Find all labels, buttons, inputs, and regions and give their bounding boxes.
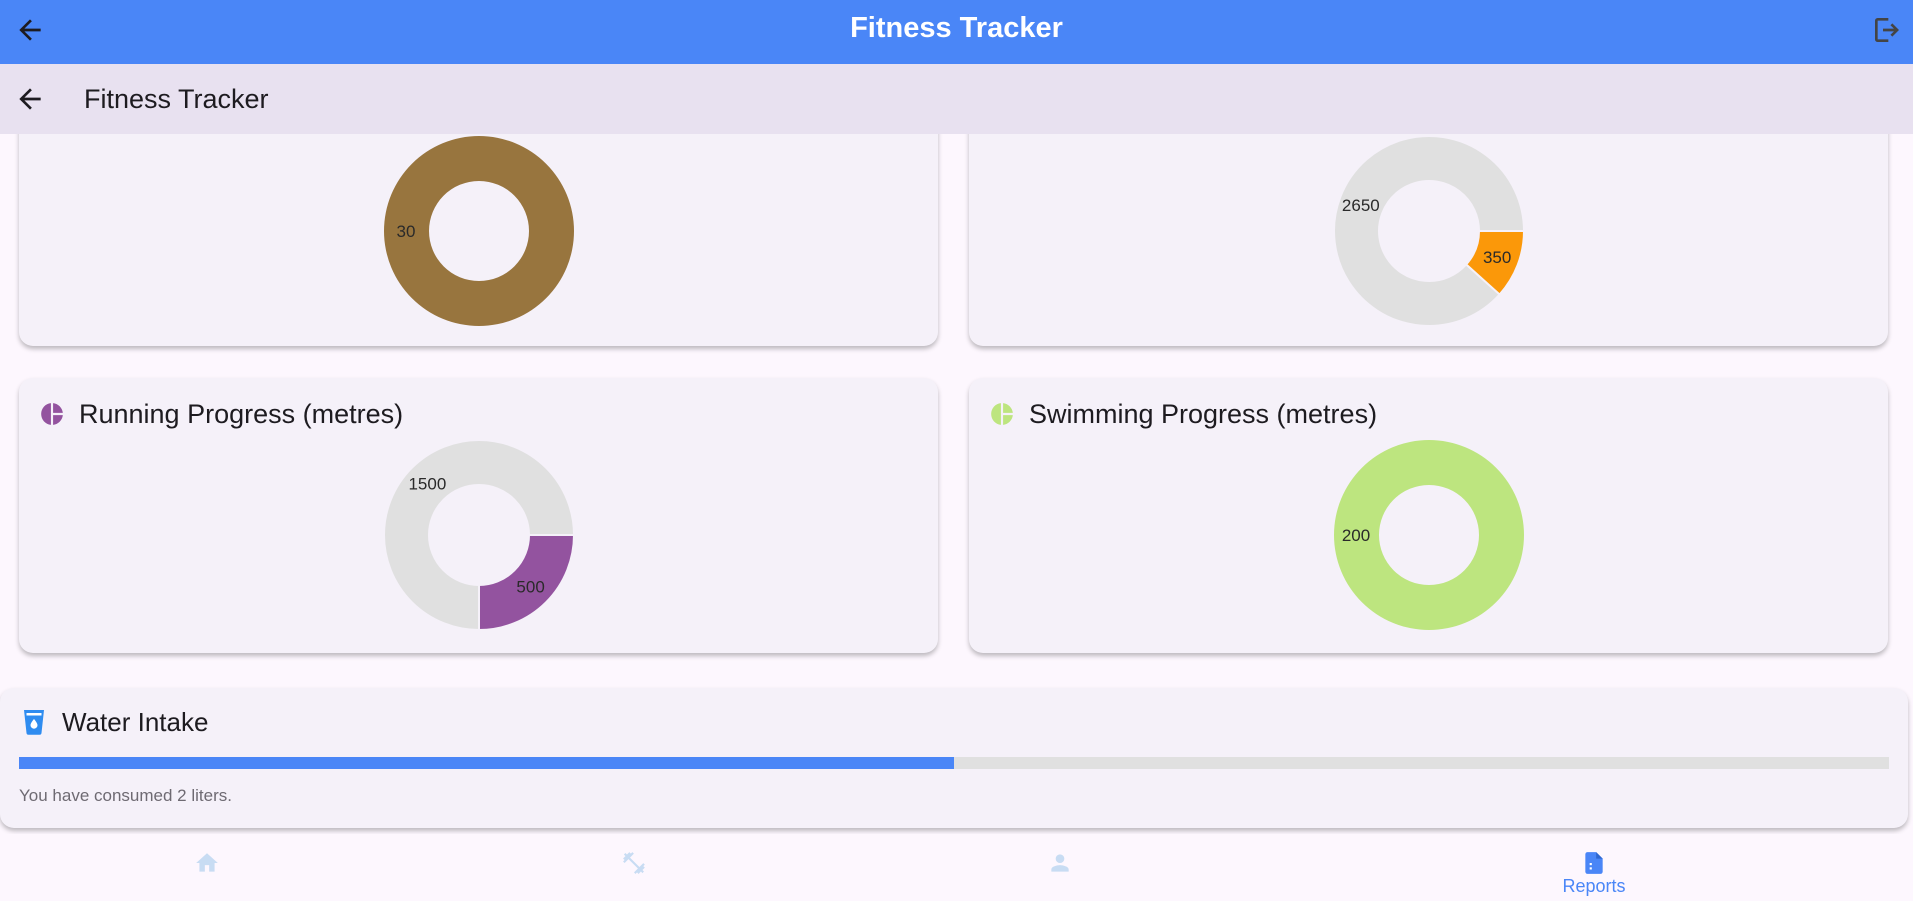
swimming-progress-card: Swimming Progress (metres) 200: [969, 378, 1888, 653]
slice-label: 1500: [408, 474, 446, 493]
nav-reports[interactable]: Reports: [1494, 834, 1694, 901]
running-progress-card: Running Progress (metres) 500 1500: [19, 378, 938, 653]
slice-label: 500: [516, 578, 544, 597]
donut-chart: 200: [1334, 440, 1524, 630]
app-bar: Fitness Tracker: [0, 0, 1913, 64]
card-title: Swimming Progress (metres): [1029, 398, 1378, 429]
pie-chart-icon: [991, 403, 1013, 425]
donut-slice: [1334, 136, 1524, 326]
person-icon: [1051, 854, 1069, 872]
nav-workouts[interactable]: [534, 834, 734, 901]
bottom-navigation: Reports: [0, 834, 1913, 901]
card-title: Running Progress (metres): [79, 398, 404, 429]
arrow-back-icon[interactable]: [14, 83, 46, 115]
donut-chart: 350 2650: [1334, 136, 1524, 326]
nav-profile[interactable]: [960, 834, 1160, 901]
progress-card-2: 350 2650: [969, 134, 1888, 346]
water-message: You have consumed 2 liters.: [19, 786, 232, 805]
progress-card-1: 30: [19, 134, 938, 346]
app-title: Fitness Tracker: [850, 12, 1063, 44]
reports-content[interactable]: 30 350 2650 Running Progress (metres) 500…: [0, 134, 1913, 834]
card-header: Swimming Progress (metres): [989, 396, 1377, 432]
water-progress-bar: [19, 757, 1889, 769]
donut-chart: 500 1500: [384, 440, 574, 630]
dumbbell-icon: [623, 852, 645, 874]
slice-label: 30: [397, 222, 416, 241]
card-header: Water Intake: [22, 704, 208, 740]
nav-reports-label: Reports: [1562, 876, 1626, 896]
home-icon: [196, 853, 218, 872]
reports-icon: [1585, 852, 1603, 874]
card-header: Running Progress (metres): [39, 396, 403, 432]
slice-label: 2650: [1342, 196, 1380, 215]
nav-home[interactable]: [107, 834, 307, 901]
water-cup-icon: [24, 710, 44, 735]
pie-chart-icon: [41, 403, 63, 425]
logout-icon[interactable]: [1871, 14, 1903, 46]
donut-chart: 30: [384, 136, 574, 326]
page-header: Fitness Tracker: [0, 64, 1913, 134]
card-title: Water Intake: [62, 706, 209, 737]
page-title: Fitness Tracker: [84, 84, 269, 114]
slice-label: 350: [1483, 248, 1511, 267]
water-progress-fill: [19, 757, 954, 769]
slice-label: 200: [1342, 526, 1370, 545]
